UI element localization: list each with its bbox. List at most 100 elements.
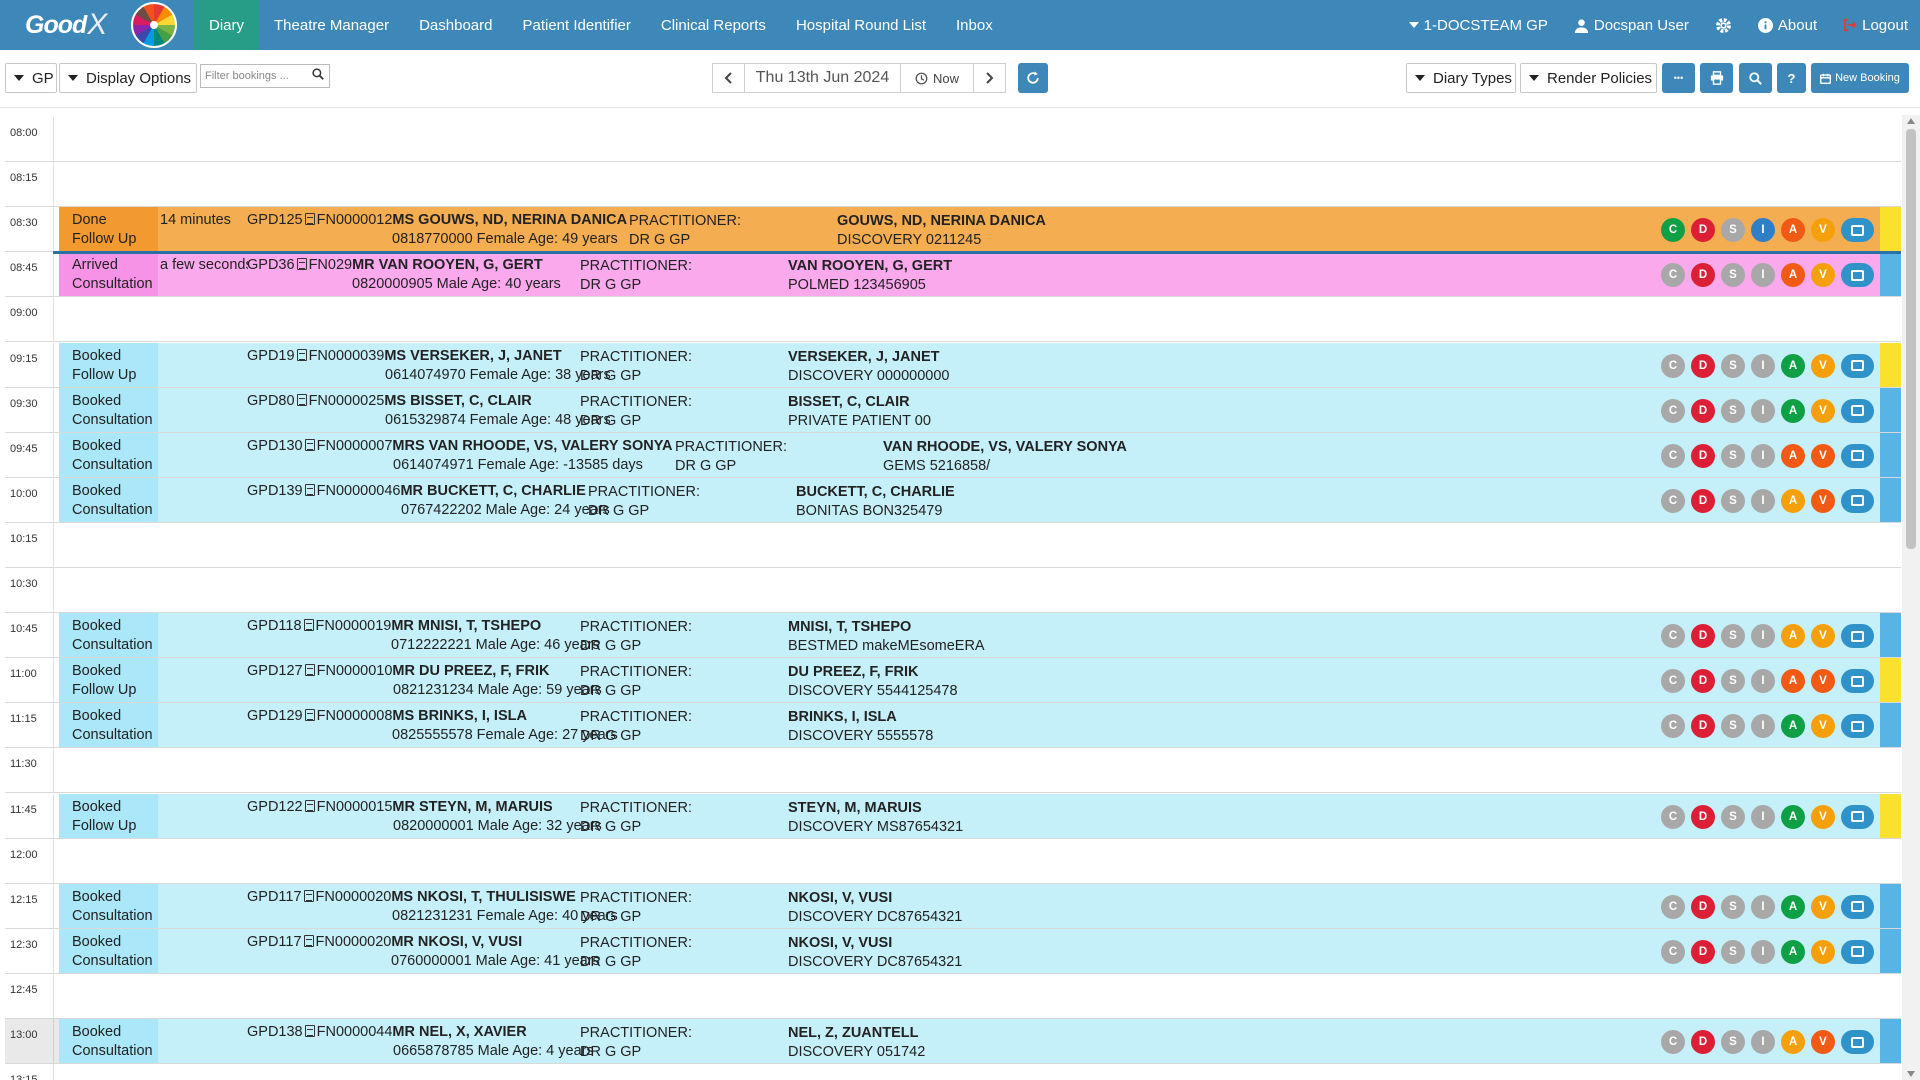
- booking-row[interactable]: Booked Consultation GPD117 FN0000020MR NKOS…: [59, 928, 1901, 973]
- badge-s[interactable]: S: [1721, 488, 1745, 513]
- badge-i[interactable]: I: [1751, 894, 1775, 919]
- badge-i[interactable]: I: [1751, 804, 1775, 829]
- time-slot[interactable]: 11:00 Booked Follow Up GPD127 FN0000010MR DU…: [5, 658, 1901, 704]
- now-button[interactable]: Now: [900, 63, 974, 93]
- tab-patient-identifier[interactable]: Patient Identifier: [507, 0, 645, 50]
- badge-i[interactable]: I: [1751, 218, 1775, 243]
- badge-c[interactable]: C: [1661, 263, 1685, 288]
- time-slot[interactable]: 08:15: [5, 162, 1901, 208]
- patient-name[interactable]: MR STEYN, M, MARUIS: [392, 799, 552, 815]
- badge-s[interactable]: S: [1721, 353, 1745, 378]
- time-slot[interactable]: 10:30: [5, 568, 1901, 614]
- time-slot[interactable]: 08:30 Done Follow Up 14 minutes GPD125 FN0000…: [5, 207, 1901, 253]
- time-slot[interactable]: 10:15: [5, 522, 1901, 568]
- badge-d[interactable]: D: [1691, 624, 1715, 649]
- badge-s[interactable]: S: [1721, 714, 1745, 739]
- patient-name[interactable]: MR DU PREEZ, F, FRIK: [392, 663, 549, 679]
- badge-v[interactable]: V: [1811, 804, 1835, 829]
- render-policies-dropdown[interactable]: Render Policies: [1520, 63, 1657, 93]
- badge-i[interactable]: I: [1751, 353, 1775, 378]
- file-icon[interactable]: [296, 258, 307, 271]
- badge-s[interactable]: S: [1721, 218, 1745, 243]
- file-icon[interactable]: [303, 619, 314, 632]
- badge-i[interactable]: I: [1751, 443, 1775, 468]
- badge-d[interactable]: D: [1691, 488, 1715, 513]
- file-icon[interactable]: [304, 438, 315, 451]
- time-slot[interactable]: 09:45 Booked Consultation GPD130 FN0000007MR…: [5, 432, 1901, 478]
- time-slot[interactable]: 08:00: [5, 117, 1901, 163]
- badge-v[interactable]: V: [1811, 488, 1835, 513]
- badge-d[interactable]: D: [1691, 443, 1715, 468]
- message-button[interactable]: [1841, 894, 1874, 919]
- badge-a[interactable]: A: [1781, 218, 1805, 243]
- file-icon[interactable]: [304, 1025, 315, 1037]
- badge-a[interactable]: A: [1781, 939, 1805, 964]
- badge-i[interactable]: I: [1751, 939, 1775, 964]
- message-button[interactable]: [1841, 488, 1874, 513]
- badge-c[interactable]: C: [1661, 218, 1685, 243]
- file-icon[interactable]: [304, 799, 315, 812]
- booking-row[interactable]: Booked Consultation GPD118 FN0000019MR MNIS…: [59, 613, 1901, 658]
- scroll-up-arrow-icon[interactable]: [1907, 118, 1915, 124]
- badge-v[interactable]: V: [1811, 443, 1835, 468]
- badge-v[interactable]: V: [1811, 939, 1835, 964]
- badge-a[interactable]: A: [1781, 398, 1805, 423]
- badge-c[interactable]: C: [1661, 398, 1685, 423]
- patient-name[interactable]: MS BISSET, C, CLAIR: [384, 393, 531, 409]
- badge-v[interactable]: V: [1811, 624, 1835, 649]
- badge-v[interactable]: V: [1811, 263, 1835, 288]
- scroll-down-arrow-icon[interactable]: [1907, 1071, 1915, 1077]
- badge-s[interactable]: S: [1721, 939, 1745, 964]
- file-icon[interactable]: [304, 709, 315, 722]
- booking-row[interactable]: Booked Consultation GPD130 FN0000007MRS VAN…: [59, 432, 1901, 477]
- tab-inbox[interactable]: Inbox: [941, 0, 1008, 50]
- badge-a[interactable]: A: [1781, 1030, 1805, 1054]
- badge-a[interactable]: A: [1781, 624, 1805, 649]
- badge-d[interactable]: D: [1691, 939, 1715, 964]
- badge-i[interactable]: I: [1751, 1030, 1775, 1054]
- booking-row[interactable]: Booked Consultation GPD80 FN0000025MS BISSE…: [59, 387, 1901, 432]
- search-icon[interactable]: [312, 68, 324, 80]
- patient-name[interactable]: MS GOUWS, ND, NERINA DANICA: [392, 212, 627, 228]
- next-day-button[interactable]: [973, 63, 1006, 93]
- file-icon[interactable]: [303, 889, 314, 902]
- badge-s[interactable]: S: [1721, 804, 1745, 829]
- booking-row[interactable]: Done Follow Up 14 minutes GPD125 FN0000012MS…: [59, 207, 1901, 252]
- scroll-thumb[interactable]: [1906, 129, 1916, 549]
- badge-c[interactable]: C: [1661, 1030, 1685, 1054]
- time-slot[interactable]: 09:30 Booked Consultation GPD80 FN0000025MS …: [5, 387, 1901, 433]
- message-button[interactable]: [1841, 939, 1874, 964]
- badge-a[interactable]: A: [1781, 488, 1805, 513]
- badge-v[interactable]: V: [1811, 669, 1835, 694]
- badge-c[interactable]: C: [1661, 488, 1685, 513]
- message-button[interactable]: [1841, 398, 1874, 423]
- patient-name[interactable]: MR NKOSI, V, VUSI: [391, 934, 522, 950]
- badge-i[interactable]: I: [1751, 263, 1775, 288]
- file-icon[interactable]: [304, 213, 315, 226]
- badge-a[interactable]: A: [1781, 669, 1805, 694]
- color-wheel-logo[interactable]: [131, 2, 177, 48]
- message-button[interactable]: [1841, 624, 1874, 649]
- badge-c[interactable]: C: [1661, 939, 1685, 964]
- prev-day-button[interactable]: [712, 63, 745, 93]
- badge-v[interactable]: V: [1811, 894, 1835, 919]
- patient-name[interactable]: MR MNISI, T, TSHEPO: [391, 618, 541, 634]
- badge-d[interactable]: D: [1691, 398, 1715, 423]
- badge-i[interactable]: I: [1751, 714, 1775, 739]
- badge-v[interactable]: V: [1811, 353, 1835, 378]
- booking-row[interactable]: Booked Consultation GPD129 FN0000008MS BRIN…: [59, 703, 1901, 748]
- message-button[interactable]: [1841, 804, 1874, 829]
- badge-s[interactable]: S: [1721, 624, 1745, 649]
- badge-a[interactable]: A: [1781, 804, 1805, 829]
- patient-name[interactable]: MRS VAN RHOODE, VS, VALERY SONYA: [392, 438, 672, 454]
- tab-diary[interactable]: Diary: [194, 0, 260, 50]
- badge-i[interactable]: I: [1751, 398, 1775, 423]
- message-button[interactable]: [1841, 443, 1874, 468]
- message-button[interactable]: [1841, 218, 1874, 243]
- badge-c[interactable]: C: [1661, 624, 1685, 649]
- file-icon[interactable]: [304, 664, 315, 677]
- patient-name[interactable]: MR VAN ROOYEN, G, GERT: [352, 257, 543, 273]
- badge-a[interactable]: A: [1781, 714, 1805, 739]
- badge-c[interactable]: C: [1661, 804, 1685, 829]
- badge-a[interactable]: A: [1781, 263, 1805, 288]
